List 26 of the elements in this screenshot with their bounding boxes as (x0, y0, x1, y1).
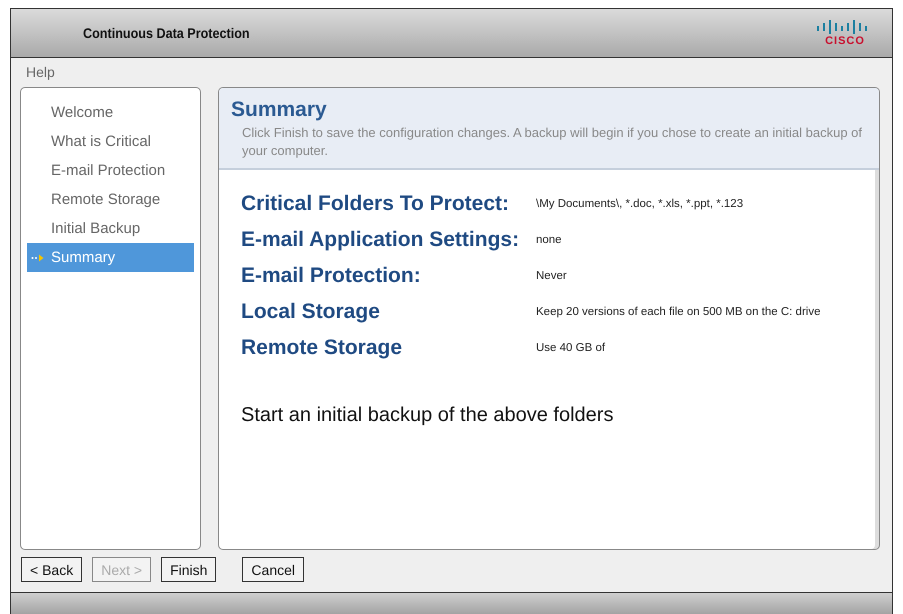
sidebar-item[interactable]: E-mail Protection (27, 156, 194, 185)
summary-label: Remote Storage (241, 335, 404, 361)
sidebar-item[interactable]: Remote Storage (27, 185, 194, 214)
summary-value: Never (536, 270, 568, 282)
summary-label: Local Storage (241, 299, 381, 325)
window-title: Continuous Data Protection (83, 25, 250, 41)
summary-value: \My Documents\, *.doc, *.xls, *.ppt, *.123 (536, 198, 744, 210)
logo-text: CISCO (825, 34, 865, 46)
arrow-icon (31, 254, 45, 262)
summary-value: Use 40 GB of (536, 342, 606, 354)
summary-label: Critical Folders To Protect: (241, 191, 510, 217)
wizard-button[interactable]: Finish (161, 557, 216, 582)
wizard-button[interactable]: Cancel (242, 557, 304, 582)
summary-label: E-mail Application Settings: (241, 227, 520, 253)
summary-value: none (536, 234, 563, 246)
sidebar-item[interactable]: Summary (27, 243, 194, 272)
sidebar-item[interactable]: Welcome (27, 98, 194, 127)
summary-note: Start an initial backup of the above folders (241, 404, 614, 427)
sidebar-item[interactable]: What is Critical (27, 127, 194, 156)
panel-description: Click Finish to save the configuration changes. A backup will begin if you chose to create an initial backup of your computer. (241, 124, 864, 160)
sidebar-item[interactable]: Initial Backup (27, 214, 194, 243)
panel-title: Summary (231, 98, 328, 122)
summary-label: E-mail Protection: (241, 263, 422, 289)
wizard-button[interactable]: < Back (21, 557, 82, 582)
summary-value: Keep 20 versions of each file on 500 MB on the C: drive (536, 306, 822, 318)
menu-item[interactable]: Help (26, 64, 55, 80)
